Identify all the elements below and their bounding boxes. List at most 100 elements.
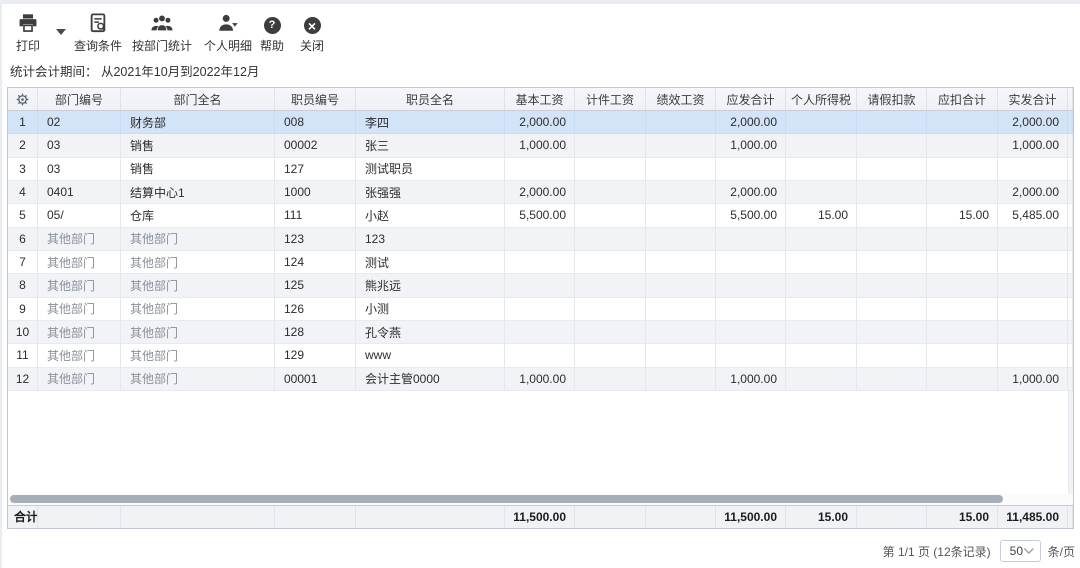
column-header-7[interactable]: 绩效工资 <box>646 88 716 110</box>
cell-r5-c6 <box>575 204 646 227</box>
cell-r7-c2: 其他部门 <box>121 251 275 274</box>
cell-r2-c1: 03 <box>38 134 121 157</box>
person-detail-button[interactable]: 个人明细 <box>204 12 252 54</box>
cell-r8-c2: 其他部门 <box>121 274 275 297</box>
cell-r11-c10 <box>857 344 927 367</box>
cell-r7-c8 <box>716 251 786 274</box>
table-row-2[interactable]: 203销售00002张三1,000.001,000.001,000.00 <box>8 134 1073 157</box>
cell-r1-c8: 2,000.00 <box>716 111 786 134</box>
cell-r7-c6 <box>575 251 646 274</box>
table-row-1[interactable]: 102财务部008李四2,000.002,000.002,000.00 <box>8 111 1073 134</box>
total-cell-7 <box>646 506 716 528</box>
total-cell-6 <box>575 506 646 528</box>
close-icon: × <box>304 12 321 34</box>
query-conditions-button[interactable]: 查询条件 <box>74 12 122 54</box>
cell-r6-c2: 其他部门 <box>121 228 275 251</box>
table-row-4[interactable]: 40401结算中心11000张强强2,000.002,000.002,000.0… <box>8 181 1073 204</box>
cell-r12-c8: 1,000.00 <box>716 368 786 391</box>
cell-r6-c9 <box>786 228 857 251</box>
cell-r1-c3: 008 <box>275 111 356 134</box>
cell-r5-c7 <box>646 204 716 227</box>
cell-r2-c4: 张三 <box>356 134 505 157</box>
total-cell-5: 11,500.00 <box>505 506 575 528</box>
cell-r9-c12 <box>998 298 1068 321</box>
column-header-12[interactable]: 实发合计 <box>998 88 1068 110</box>
cell-r4-c7 <box>646 181 716 204</box>
cell-r9-c5 <box>505 298 575 321</box>
cell-r4-c10 <box>857 181 927 204</box>
column-header-3[interactable]: 职员编号 <box>275 88 356 110</box>
cell-r11-c11 <box>927 344 998 367</box>
cell-r11-c4: www <box>356 344 505 367</box>
cell-r12-c11 <box>927 368 998 391</box>
table-row-6[interactable]: 6其他部门其他部门123123 <box>8 228 1073 251</box>
column-header-9[interactable]: 个人所得税 <box>786 88 857 110</box>
cell-r11-c5 <box>505 344 575 367</box>
column-header-6[interactable]: 计件工资 <box>575 88 646 110</box>
cell-r10-c12 <box>998 321 1068 344</box>
print-dropdown-caret[interactable] <box>56 29 66 35</box>
column-header-2[interactable]: 部门全名 <box>121 88 275 110</box>
cell-r5-c10 <box>857 204 927 227</box>
row-filler-cell <box>1068 134 1073 157</box>
cell-r10-c8 <box>716 321 786 344</box>
period-label: 统计会计期间： 从2021年10月到2022年12月 <box>10 61 259 80</box>
cell-r5-c3: 111 <box>275 204 356 227</box>
cell-r7-c1: 其他部门 <box>38 251 121 274</box>
cell-r3-c10 <box>857 158 927 181</box>
table-header-row: 部门编号部门全名职员编号职员全名基本工资计件工资绩效工资应发合计个人所得税请假扣… <box>8 88 1073 111</box>
cell-r2-c5: 1,000.00 <box>505 134 575 157</box>
total-cell-3 <box>275 506 356 528</box>
cell-r2-c6 <box>575 134 646 157</box>
table-row-11[interactable]: 11其他部门其他部门129www <box>8 344 1073 367</box>
cell-r2-c2: 销售 <box>121 134 275 157</box>
page-size-select[interactable]: 50 <box>1000 540 1041 562</box>
cell-r12-c12: 1,000.00 <box>998 368 1068 391</box>
column-settings-cell[interactable] <box>8 88 38 110</box>
horizontal-scrollbar[interactable] <box>8 494 1073 505</box>
cell-r6-c10 <box>857 228 927 251</box>
table-row-7[interactable]: 7其他部门其他部门124测试 <box>8 251 1073 274</box>
print-button[interactable]: 打印 <box>16 12 40 54</box>
column-header-1[interactable]: 部门编号 <box>38 88 121 110</box>
printer-icon <box>17 12 39 34</box>
column-header-4[interactable]: 职员全名 <box>356 88 505 110</box>
close-button[interactable]: × 关闭 <box>300 12 324 54</box>
cell-r7-c7 <box>646 251 716 274</box>
row-filler-cell <box>1068 158 1073 181</box>
table-row-9[interactable]: 9其他部门其他部门126小测 <box>8 298 1073 321</box>
table-row-3[interactable]: 303销售127测试职员 <box>8 158 1073 181</box>
column-header-5[interactable]: 基本工资 <box>505 88 575 110</box>
table-row-12[interactable]: 12其他部门其他部门00001会计主管00001,000.001,000.001… <box>8 368 1073 391</box>
department-stats-label: 按部门统计 <box>132 37 192 54</box>
table-row-5[interactable]: 505/仓库111小赵5,500.005,500.0015.0015.005,4… <box>8 204 1073 227</box>
cell-r9-c3: 126 <box>275 298 356 321</box>
cell-r7-c5 <box>505 251 575 274</box>
department-stats-button[interactable]: 按部门统计 <box>132 12 192 54</box>
cell-r11-c2: 其他部门 <box>121 344 275 367</box>
gear-icon[interactable] <box>15 92 30 107</box>
cell-r10-c5 <box>505 321 575 344</box>
help-button[interactable]: ? 帮助 <box>260 12 284 54</box>
cell-r5-c1: 05/ <box>38 204 121 227</box>
vertical-scrollbar-track[interactable] <box>1068 391 1073 494</box>
row-number: 3 <box>8 158 38 181</box>
row-filler-cell <box>1068 298 1073 321</box>
cell-r2-c12: 1,000.00 <box>998 134 1068 157</box>
table-row-8[interactable]: 8其他部门其他部门125熊兆远 <box>8 274 1073 297</box>
cell-r9-c8 <box>716 298 786 321</box>
cell-r6-c3: 123 <box>275 228 356 251</box>
column-header-8[interactable]: 应发合计 <box>716 88 786 110</box>
table-row-10[interactable]: 10其他部门其他部门128孔令燕 <box>8 321 1073 344</box>
horizontal-scrollbar-thumb[interactable] <box>10 495 1003 503</box>
cell-r8-c3: 125 <box>275 274 356 297</box>
cell-r12-c7 <box>646 368 716 391</box>
column-header-10[interactable]: 请假扣款 <box>857 88 927 110</box>
cell-r3-c3: 127 <box>275 158 356 181</box>
cell-r12-c1: 其他部门 <box>38 368 121 391</box>
cell-r5-c8: 5,500.00 <box>716 204 786 227</box>
page-unit: 条/页 <box>1048 543 1075 560</box>
column-header-11[interactable]: 应扣合计 <box>927 88 998 110</box>
cell-r2-c9 <box>786 134 857 157</box>
cell-r10-c7 <box>646 321 716 344</box>
